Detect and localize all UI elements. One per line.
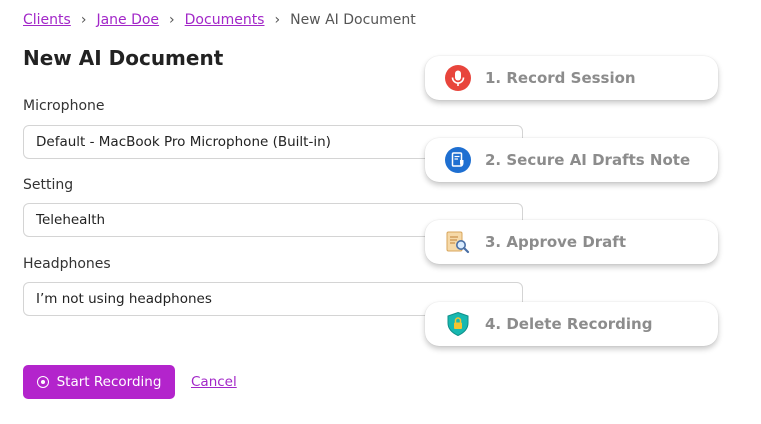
step-card-record-session: 1. Record Session (425, 56, 718, 100)
step-label: 3. Approve Draft (485, 233, 626, 251)
page-title: New AI Document (23, 46, 224, 70)
headphones-select-value: I’m not using headphones (36, 291, 212, 307)
setting-label: Setting (23, 177, 74, 193)
breadcrumb-link-clients[interactable]: Clients (23, 12, 71, 28)
breadcrumb-current: New AI Document (290, 12, 416, 28)
step-card-delete-recording: 4. Delete Recording (425, 302, 718, 346)
microphone-icon (445, 65, 471, 91)
step-label: 1. Record Session (485, 69, 636, 87)
shield-lock-icon (445, 311, 471, 337)
breadcrumb-separator: › (80, 12, 87, 28)
step-label: 2. Secure AI Drafts Note (485, 151, 691, 169)
record-icon (36, 376, 49, 388)
breadcrumb-link-documents[interactable]: Documents (185, 12, 265, 28)
microphone-label: Microphone (23, 98, 105, 114)
breadcrumb-separator: › (274, 12, 281, 28)
microphone-select-value: Default - MacBook Pro Microphone (Built-… (36, 134, 331, 150)
setting-select-value: Telehealth (36, 212, 106, 228)
step-label: 4. Delete Recording (485, 315, 653, 333)
document-search-icon (445, 229, 471, 255)
headphones-label: Headphones (23, 256, 111, 272)
start-recording-button[interactable]: Start Recording (23, 365, 175, 399)
secure-document-icon (445, 147, 471, 173)
breadcrumb-separator: › (169, 12, 175, 28)
breadcrumb-link-client[interactable]: Jane Doe (96, 12, 159, 28)
step-card-approve-draft: 3. Approve Draft (425, 220, 718, 264)
start-recording-label: Start Recording (56, 374, 162, 390)
step-card-secure-ai-drafts: 2. Secure AI Drafts Note (425, 138, 718, 182)
breadcrumb: Clients › Jane Doe › Documents › New AI … (23, 12, 416, 28)
cancel-link[interactable]: Cancel (191, 374, 237, 390)
